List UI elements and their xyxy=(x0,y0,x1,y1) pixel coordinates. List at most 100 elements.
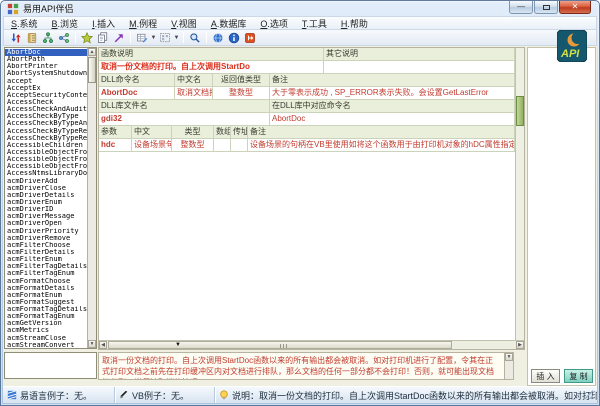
table-value-row: 取消一份文档的打印。自上次调用StartDo xyxy=(99,61,515,74)
menu-item[interactable]: T.工具 xyxy=(295,17,334,30)
list-item[interactable]: accept xyxy=(5,78,87,85)
pointer-arrow-icon[interactable] xyxy=(111,31,127,45)
detail-hscroll-thumb[interactable] xyxy=(108,341,452,349)
list-item[interactable]: acmFormatEnum xyxy=(5,292,87,299)
list-item[interactable]: acmFormatChoose xyxy=(5,278,87,285)
scroll-down-icon[interactable]: ▼ xyxy=(505,353,513,361)
list-item[interactable]: acmFilterDetails xyxy=(5,249,87,256)
list-item[interactable]: AccessibleObjectFrom xyxy=(5,163,87,170)
table-value-cell: 设备场景的句柄在VB里使用如将这个函数用于由打印机对象的hDC属性指定的打印机设… xyxy=(248,139,515,151)
table-value-cell xyxy=(324,61,515,73)
list-item[interactable]: acmGetVersion xyxy=(5,320,87,327)
content-area: AbortDocAbortPathAbortPrinterAbortSystem… xyxy=(3,46,597,386)
table-header-row: DLL库文件名在DLL库中对应命令名 xyxy=(99,100,515,113)
detail-vscroll-thumb[interactable] xyxy=(516,96,524,126)
list-item[interactable]: AccessibleObjectFrom xyxy=(5,149,87,156)
grid-select-icon[interactable] xyxy=(157,31,173,45)
table-value-cell xyxy=(214,139,231,151)
menu-item[interactable]: H.帮助 xyxy=(334,17,375,30)
list-item[interactable]: AccessCheckByType xyxy=(5,113,87,120)
close-button[interactable]: ✕ xyxy=(559,1,591,14)
list-item[interactable]: AcceptEx xyxy=(5,85,87,92)
list-item[interactable]: AccessibleChildren xyxy=(5,142,87,149)
scroll-left-icon[interactable]: ◀ xyxy=(99,341,107,349)
list-scrollbar[interactable]: ▲ ▼ xyxy=(87,48,96,348)
function-search-input[interactable] xyxy=(4,352,97,379)
list-item[interactable]: acmFormatSuggest xyxy=(5,299,87,306)
list-item[interactable]: AbortSystemShutdown xyxy=(5,70,87,77)
scroll-up-icon[interactable]: ▲ xyxy=(88,48,96,56)
list-item[interactable]: acmFormatTagEnum xyxy=(5,313,87,320)
navigate-icon[interactable] xyxy=(8,31,24,45)
search-icon[interactable] xyxy=(187,31,203,45)
list-item[interactable]: AbortPath xyxy=(5,56,87,63)
scroll-right-icon[interactable]: ▶ xyxy=(516,341,524,349)
list-item[interactable]: AccessCheckAndAuditA xyxy=(5,106,87,113)
detail-horizontal-scrollbar[interactable]: ◀ ▶ ▼ xyxy=(99,340,524,349)
list-item[interactable]: AccessibleObjectFrom xyxy=(5,156,87,163)
list-item[interactable]: acmFilterTagDetails xyxy=(5,263,87,270)
table-value-cell: hdc xyxy=(99,139,132,151)
list-item[interactable]: AccessCheckByTypeAnd xyxy=(5,120,87,127)
table-value-cell: 取消一份文档的打印。自上次调用StartDo xyxy=(99,61,324,73)
list-item[interactable]: AccessNtmsLibraryDoo xyxy=(5,170,87,177)
minimize-button[interactable]: — xyxy=(509,1,533,14)
titlebar[interactable]: 易用API伴侣 — ✕ xyxy=(0,0,600,16)
list-item[interactable]: AbortPrinter xyxy=(5,63,87,70)
list-item[interactable]: AccessCheck xyxy=(5,99,87,106)
copy-button[interactable]: 复 制 xyxy=(564,369,593,383)
list-item[interactable]: acmFilterEnum xyxy=(5,256,87,263)
list-item[interactable]: acmDriverRemove xyxy=(5,235,87,242)
list-item[interactable]: AccessCheckByTypeRes xyxy=(5,135,87,142)
scroll-down-icon[interactable]: ▼ xyxy=(88,340,96,348)
menu-item[interactable]: O.选项 xyxy=(253,17,295,30)
list-item[interactable]: acmDriverMessage xyxy=(5,213,87,220)
info-icon[interactable] xyxy=(226,31,242,45)
table-value-cell: AbortDoc xyxy=(99,87,175,99)
table-edit-icon-dropdown[interactable]: ▼ xyxy=(150,35,157,41)
api-function-list[interactable]: AbortDocAbortPathAbortPrinterAbortSystem… xyxy=(4,47,97,349)
table-header-row: 参数中文类型数组传址备注 xyxy=(99,126,515,139)
list-item[interactable]: AbortDoc xyxy=(5,49,87,56)
hierarchy-icon[interactable] xyxy=(40,31,56,45)
list-item[interactable]: acmDriverClose xyxy=(5,185,87,192)
list-item[interactable]: AcceptSecurityContex xyxy=(5,92,87,99)
grid-select-icon-dropdown[interactable]: ▼ xyxy=(173,35,180,41)
list-item[interactable]: acmDriverEnum xyxy=(5,199,87,206)
elang-icon xyxy=(7,390,17,400)
list-item[interactable]: AccessCheckByTypeRes xyxy=(5,128,87,135)
favorite-star-icon[interactable] xyxy=(79,31,95,45)
insert-button[interactable]: 插 入 xyxy=(531,369,560,383)
maximize-button[interactable] xyxy=(534,1,558,14)
description-scrollbar[interactable]: ▲ ▼ xyxy=(504,353,513,379)
list-item[interactable]: acmFormatDetails xyxy=(5,285,87,292)
globe-icon[interactable] xyxy=(210,31,226,45)
share-nodes-icon[interactable] xyxy=(56,31,72,45)
list-item[interactable]: acmFormatTagDetails xyxy=(5,306,87,313)
menu-item[interactable]: I.插入 xyxy=(85,17,122,30)
exit-icon[interactable] xyxy=(242,31,258,45)
menu-item[interactable]: V.视图 xyxy=(164,17,204,30)
list-item[interactable]: acmDriverOpen xyxy=(5,220,87,227)
menu-item[interactable]: M.例程 xyxy=(122,17,164,30)
table-edit-icon[interactable] xyxy=(134,31,150,45)
menu-item[interactable]: B.浏览 xyxy=(45,17,86,30)
list-item[interactable]: acmMetrics xyxy=(5,327,87,334)
copy-icon[interactable] xyxy=(95,31,111,45)
list-item[interactable]: acmStreamConvert xyxy=(5,342,87,348)
menu-item[interactable]: S.系统 xyxy=(4,17,45,30)
list-item[interactable]: acmFilterTagEnum xyxy=(5,270,87,277)
list-item[interactable]: acmDriverPriority xyxy=(5,228,87,235)
notebook-icon[interactable] xyxy=(24,31,40,45)
table-value-row: hdc设备场景句柄整数型设备场景的句柄在VB里使用如将这个函数用于由打印机对象的… xyxy=(99,139,515,152)
detail-vertical-scrollbar[interactable] xyxy=(515,48,524,340)
menu-item[interactable]: A.数据库 xyxy=(204,17,254,30)
list-item[interactable]: acmStreamClose xyxy=(5,335,87,342)
table-header-cell: 备注 xyxy=(270,74,515,86)
list-item[interactable]: acmDriverDetails xyxy=(5,192,87,199)
list-item[interactable]: acmFilterChoose xyxy=(5,242,87,249)
list-item[interactable]: acmDriverID xyxy=(5,206,87,213)
splitter-handle-icon[interactable]: ▼ xyxy=(175,342,181,349)
list-item[interactable]: acmDriverAdd xyxy=(5,178,87,185)
list-scroll-thumb[interactable] xyxy=(88,57,96,83)
